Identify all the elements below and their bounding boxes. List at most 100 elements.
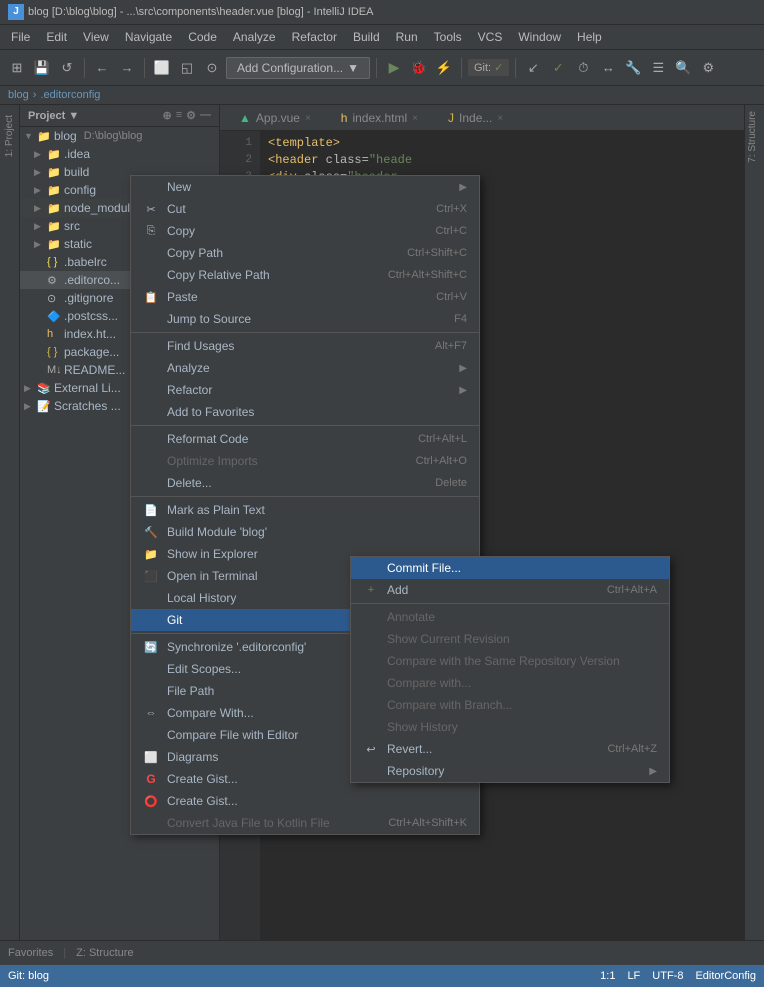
sub-repository[interactable]: Repository ▶: [351, 760, 669, 782]
favorites-tab[interactable]: Favorites: [8, 947, 53, 959]
menu-analyze[interactable]: Analyze: [226, 27, 283, 47]
menu-navigate[interactable]: Navigate: [118, 27, 179, 47]
ctx-create-gist-2[interactable]: ⭕ Create Gist...: [131, 790, 479, 812]
coverage-btn[interactable]: ⚡: [433, 57, 455, 79]
ctx-find-usages[interactable]: Find Usages Alt+F7: [131, 332, 479, 357]
bottom-tab-2[interactable]: Z: Structure: [76, 947, 133, 959]
toolbar-back-btn[interactable]: ←: [91, 57, 113, 79]
more-btn[interactable]: ⚙: [697, 57, 719, 79]
ctx-analyze[interactable]: Analyze ▶: [131, 357, 479, 379]
sub-add[interactable]: + Add Ctrl+Alt+A: [351, 579, 669, 601]
sub-commit-file[interactable]: Commit File...: [351, 557, 669, 579]
toolbar-save-btn[interactable]: 💾: [31, 57, 53, 79]
ctx-find-shortcut: Alt+F7: [435, 340, 467, 352]
sub-compare-with[interactable]: Compare with...: [351, 672, 669, 694]
sub-compare-branch[interactable]: Compare with Branch...: [351, 694, 669, 716]
status-lf[interactable]: LF: [627, 970, 640, 982]
ctx-open-terminal-icon: ⬛: [143, 570, 159, 583]
gear-panel-icon[interactable]: ⚙: [186, 109, 196, 122]
tree-root-blog[interactable]: ▼ 📁 blog D:\blog\blog: [20, 127, 219, 145]
minimize-panel-icon[interactable]: —: [200, 109, 211, 122]
folder-icon-idea: 📁: [47, 148, 61, 161]
toolbar-project-btn[interactable]: ⊞: [6, 57, 28, 79]
menu-build[interactable]: Build: [346, 27, 387, 47]
add-configuration-button[interactable]: Add Configuration... ▼: [226, 57, 370, 79]
vcs-update-btn[interactable]: ↙: [522, 57, 544, 79]
vcs-history-btn[interactable]: ⏱: [572, 57, 594, 79]
ctx-jump-source[interactable]: Jump to Source F4: [131, 308, 479, 330]
menu-tools[interactable]: Tools: [427, 27, 469, 47]
toolbar-preview-btn[interactable]: ◱: [176, 57, 198, 79]
ctx-mark-plain[interactable]: 📄 Mark as Plain Text: [131, 496, 479, 521]
menu-vcs[interactable]: VCS: [471, 27, 510, 47]
toolbar-target-btn[interactable]: ⊙: [201, 57, 223, 79]
sub-revert[interactable]: ↩ Revert... Ctrl+Alt+Z: [351, 738, 669, 760]
structure-tab[interactable]: 7: Structure: [745, 105, 760, 169]
project-side-tab[interactable]: 1: Project: [2, 109, 17, 163]
toolbar-forward-btn[interactable]: →: [116, 57, 138, 79]
menu-run[interactable]: Run: [389, 27, 425, 47]
sub-show-history[interactable]: Show History: [351, 716, 669, 738]
menu-help[interactable]: Help: [570, 27, 609, 47]
locate-icon[interactable]: ⊕: [162, 109, 171, 122]
status-utf8[interactable]: UTF-8: [652, 970, 683, 982]
toolbar-layout-btn[interactable]: ⬜: [151, 57, 173, 79]
ctx-copy-rel-path[interactable]: Copy Relative Path Ctrl+Alt+Shift+C: [131, 264, 479, 286]
menu-window[interactable]: Window: [511, 27, 568, 47]
tab-index-html[interactable]: h index.html ×: [326, 105, 433, 130]
git-indicator[interactable]: Git: ✓: [468, 59, 509, 76]
tree-item-idea[interactable]: ▶ 📁 .idea: [20, 145, 219, 163]
ctx-paste[interactable]: 📋 Paste Ctrl+V: [131, 286, 479, 308]
settings-btn[interactable]: 🔧: [622, 57, 644, 79]
ctx-add-fav[interactable]: Add to Favorites: [131, 401, 479, 423]
tree-label-static: static: [64, 237, 92, 251]
ctx-copy-path[interactable]: Copy Path Ctrl+Shift+C: [131, 242, 479, 264]
toolbar-sep-4: [461, 58, 462, 78]
folder-icon-config: 📁: [47, 184, 61, 197]
toolbar-refresh-btn[interactable]: ↺: [56, 57, 78, 79]
ctx-delete[interactable]: Delete... Delete: [131, 472, 479, 494]
settings-panel-icon[interactable]: ≡: [176, 109, 182, 122]
tree-path-blog: D:\blog\blog: [84, 130, 143, 142]
sub-revert-icon: ↩: [363, 743, 379, 756]
ctx-reformat[interactable]: Reformat Code Ctrl+Alt+L: [131, 425, 479, 450]
vcs-diff-btn[interactable]: ↔: [597, 57, 619, 79]
run-button[interactable]: ▶: [383, 57, 405, 79]
sub-add-label: Add: [387, 583, 408, 597]
breadcrumb-blog[interactable]: blog: [8, 89, 29, 101]
ctx-cut[interactable]: ✂ Cut Ctrl+X: [131, 198, 479, 220]
ctx-opt-imports[interactable]: Optimize Imports Ctrl+Alt+O: [131, 450, 479, 472]
breadcrumb-editorconfig[interactable]: .editorconfig: [40, 89, 100, 101]
debug-btn[interactable]: 🐞: [408, 57, 430, 79]
ctx-convert-kotlin[interactable]: Convert Java File to Kotlin File Ctrl+Al…: [131, 812, 479, 834]
tree-arrow-config: ▶: [34, 185, 44, 196]
ctx-build-module[interactable]: 🔨 Build Module 'blog': [131, 521, 479, 543]
menu-view[interactable]: View: [76, 27, 116, 47]
sub-compare-same-repo[interactable]: Compare with the Same Repository Version: [351, 650, 669, 672]
menu-code[interactable]: Code: [181, 27, 224, 47]
search-btn[interactable]: 🔍: [672, 57, 694, 79]
ctx-copy[interactable]: ⎘ Copy Ctrl+C: [131, 220, 479, 242]
scratches-icon: 📝: [37, 400, 51, 413]
tab-close-index-html[interactable]: ×: [412, 113, 418, 124]
ctx-refactor[interactable]: Refactor ▶: [131, 379, 479, 401]
tab-close-inde[interactable]: ×: [497, 113, 503, 124]
menu-file[interactable]: File: [4, 27, 37, 47]
tree-label-gitignore: .gitignore: [64, 291, 113, 305]
sub-commit-file-label: Commit File...: [387, 561, 461, 575]
menu-edit[interactable]: Edit: [39, 27, 74, 47]
vcs-push-btn[interactable]: ✓: [547, 57, 569, 79]
tab-close-app-vue[interactable]: ×: [305, 113, 311, 124]
menu-refactor[interactable]: Refactor: [285, 27, 344, 47]
status-branch[interactable]: Git: blog: [8, 970, 49, 982]
tab-app-vue[interactable]: ▲ App.vue ×: [224, 105, 326, 130]
tasks-btn[interactable]: ☰: [647, 57, 669, 79]
ctx-new[interactable]: New ▶: [131, 176, 479, 198]
sub-show-current-rev[interactable]: Show Current Revision: [351, 628, 669, 650]
editorconfig-icon: ⚙: [47, 274, 61, 287]
status-filetype[interactable]: EditorConfig: [695, 970, 756, 982]
ctx-opt-imports-label: Optimize Imports: [167, 454, 258, 468]
ctx-convert-kotlin-label: Convert Java File to Kotlin File: [167, 816, 330, 830]
sub-annotate[interactable]: Annotate: [351, 603, 669, 628]
tab-inde[interactable]: J Inde... ×: [433, 105, 518, 130]
